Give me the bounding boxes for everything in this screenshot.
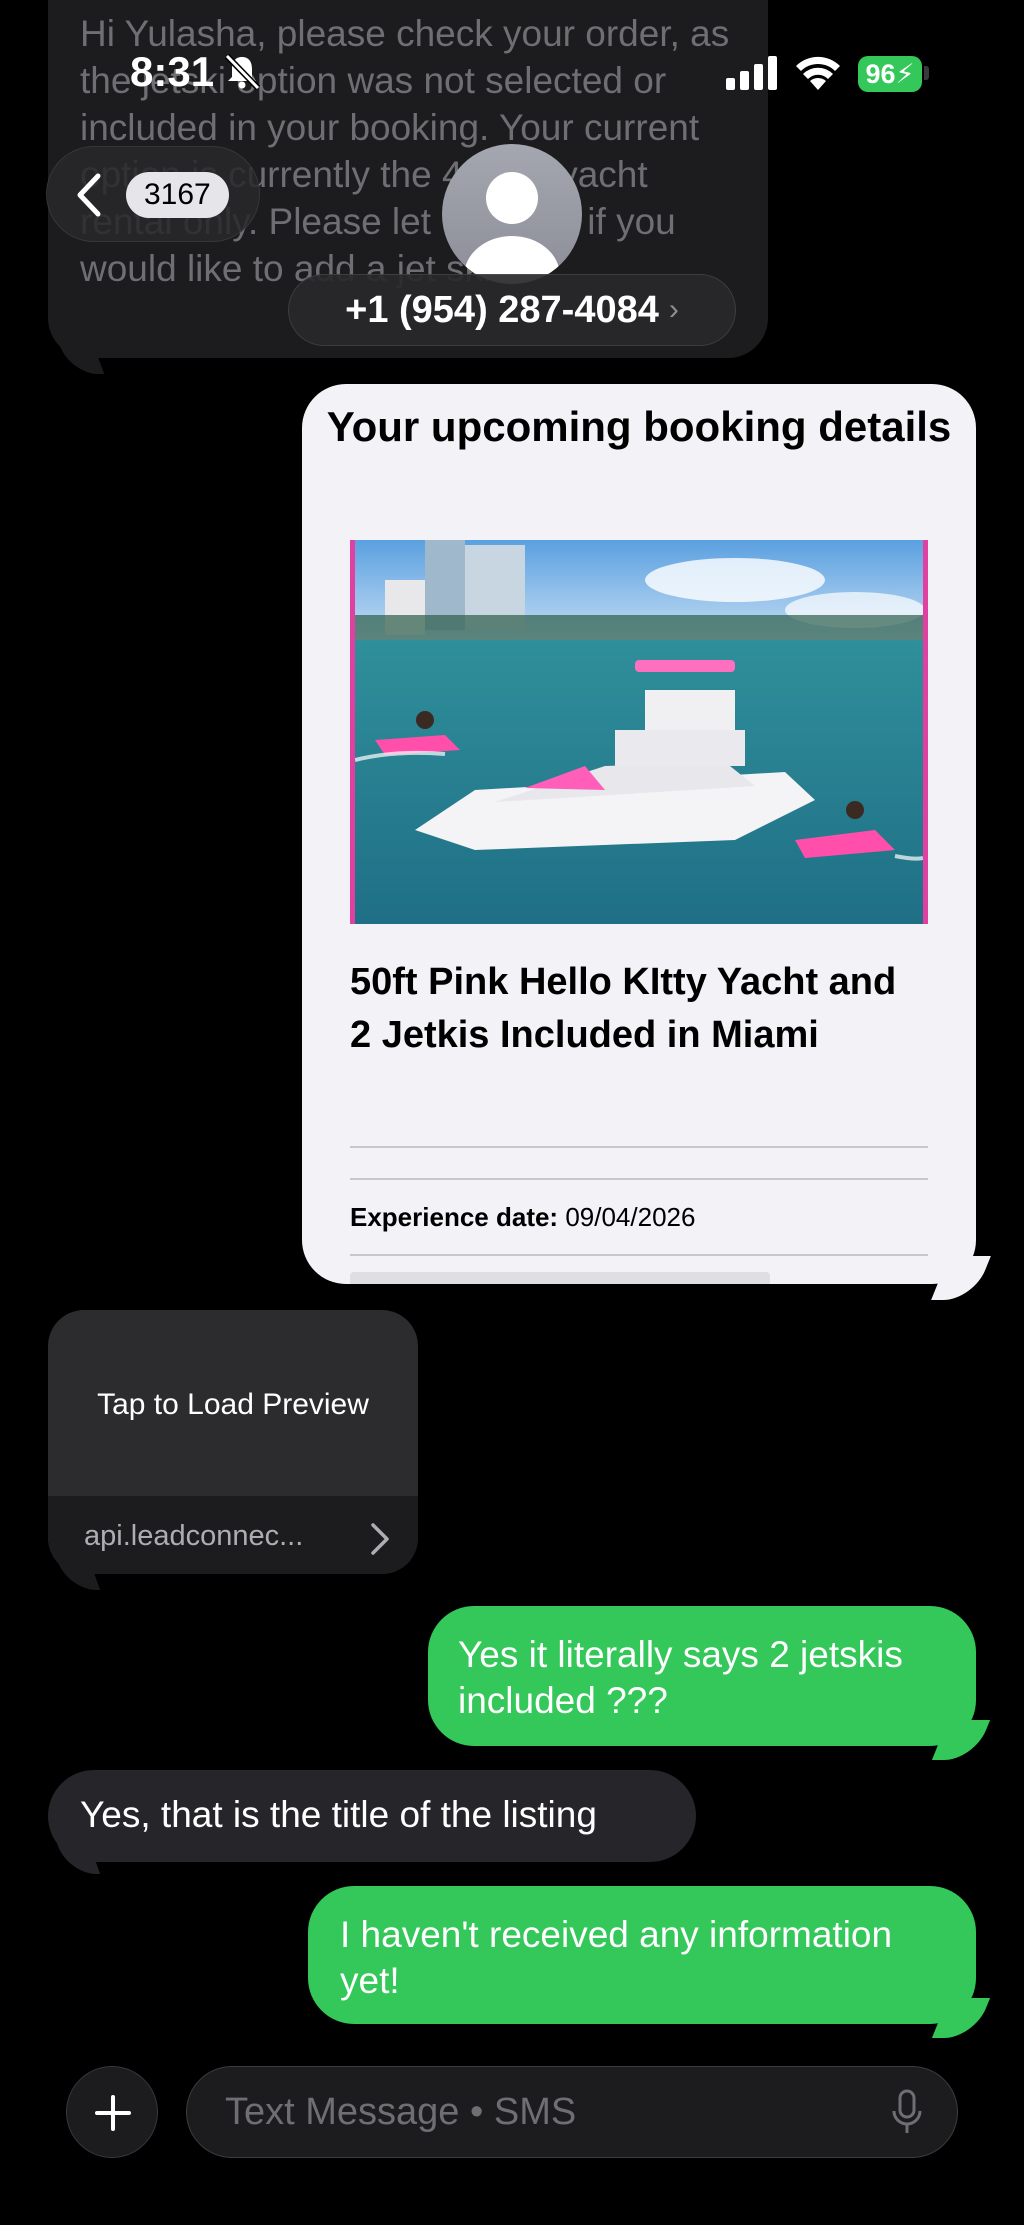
- avatar-head-shape: [486, 172, 538, 224]
- incoming-message[interactable]: Yes, that is the title of the listing: [48, 1770, 696, 1862]
- status-time: 8:31: [130, 48, 215, 95]
- listing-title: 50ft Pink Hello KItty Yacht and 2 Jetkis…: [350, 961, 897, 1056]
- yacht-photo-illustration: [355, 540, 923, 924]
- chevron-right-icon: [371, 1523, 389, 1555]
- battery-level: 96: [865, 58, 896, 89]
- battery-cap: [924, 66, 929, 80]
- contact-name-button[interactable]: +1 (954) 287-4084 ›: [288, 274, 736, 346]
- microphone-icon[interactable]: [891, 2089, 923, 2137]
- preview-domain: api.leadconnec...: [84, 1520, 304, 1552]
- divider: [350, 1178, 928, 1180]
- wifi-icon: [796, 56, 840, 90]
- contact-number: +1 (954) 287-4084: [345, 288, 659, 331]
- plus-icon: [111, 2095, 115, 2131]
- charging-bolt-icon: ⚡: [895, 58, 915, 89]
- divider: [350, 1254, 928, 1256]
- chevron-right-icon: ›: [668, 293, 679, 326]
- experience-date-value: 09/04/2026: [565, 1202, 696, 1232]
- link-preview[interactable]: Tap to Load Preview api.leadconnec...: [48, 1310, 418, 1574]
- booking-rich-link-card[interactable]: Your upcoming booking details 50ft Pink …: [302, 384, 976, 1284]
- chevron-left-icon: [77, 173, 101, 217]
- contact-avatar[interactable]: [442, 144, 582, 284]
- experience-date-label: Experience date:: [350, 1202, 559, 1232]
- message-text: Yes it literally says 2 jetskis included…: [458, 1634, 903, 1721]
- yacht-photo: [350, 540, 928, 924]
- tap-to-load-label: Tap to Load Preview: [97, 1388, 369, 1421]
- silent-bell-icon: [224, 53, 261, 91]
- message-text: Yes, that is the title of the listing: [80, 1794, 597, 1835]
- outgoing-message[interactable]: I haven't received any information yet!: [308, 1886, 976, 2024]
- message-text: I haven't received any information yet!: [340, 1914, 893, 2001]
- input-placeholder: Text Message • SMS: [225, 2091, 577, 2133]
- cellular-signal-icon: [726, 56, 777, 90]
- experience-date-row: Experience date: 09/04/2026: [350, 1202, 695, 1233]
- card-header: Your upcoming booking details: [326, 403, 952, 450]
- cropped-row: [350, 1272, 770, 1284]
- unread-count-badge: 3167: [126, 172, 229, 218]
- battery-indicator: 96 ⚡: [858, 56, 922, 92]
- add-attachment-button[interactable]: [66, 2066, 158, 2158]
- divider: [350, 1146, 928, 1148]
- message-input[interactable]: Text Message • SMS: [186, 2066, 958, 2158]
- outgoing-message[interactable]: Yes it literally says 2 jetskis included…: [428, 1606, 976, 1746]
